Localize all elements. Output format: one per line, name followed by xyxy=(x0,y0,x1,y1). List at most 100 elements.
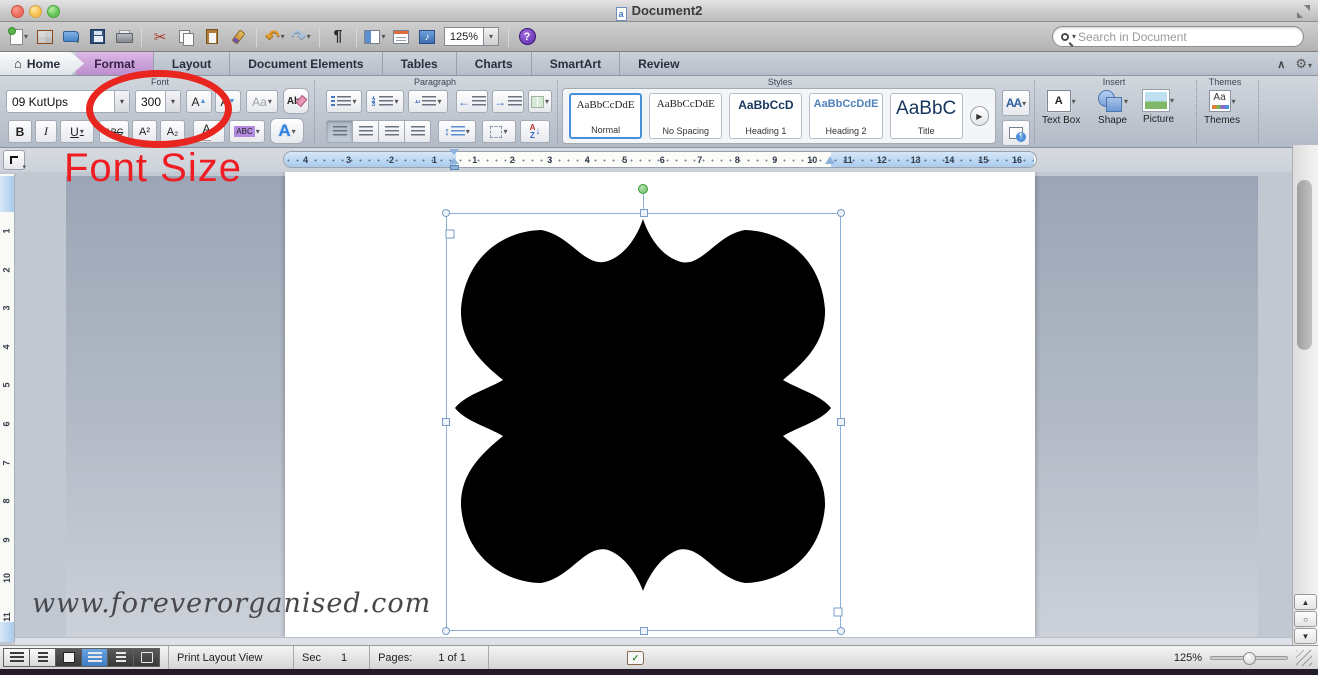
more-styles-button[interactable]: ▶ xyxy=(969,106,989,126)
right-indent-marker[interactable] xyxy=(825,156,835,164)
copy-button[interactable] xyxy=(175,26,197,48)
bold-button[interactable]: B xyxy=(8,120,32,143)
gallery-button[interactable] xyxy=(34,26,56,48)
superscript-button[interactable]: A² xyxy=(132,120,157,143)
tab-smartart[interactable]: SmartArt xyxy=(530,52,619,75)
columns-button[interactable]: ▾ xyxy=(528,90,552,113)
decrease-indent-button[interactable]: ← xyxy=(456,90,488,113)
paste-button[interactable] xyxy=(201,26,223,48)
horizontal-scrollbar[interactable] xyxy=(15,637,1292,645)
toolbox-button[interactable] xyxy=(390,26,412,48)
style-guides-button[interactable] xyxy=(1002,120,1030,146)
bullets-dropdown[interactable]: ▾ xyxy=(352,97,356,106)
print-button[interactable] xyxy=(112,26,134,48)
borders-dropdown[interactable]: ▾ xyxy=(503,127,507,136)
resize-handle-right[interactable] xyxy=(837,418,845,426)
align-center-button[interactable] xyxy=(352,120,379,143)
tab-charts[interactable]: Charts xyxy=(455,52,531,75)
format-painter-button[interactable] xyxy=(227,26,249,48)
font-color-dropdown[interactable]: ▾ xyxy=(212,127,216,136)
tab-stop-selector[interactable] xyxy=(3,150,26,171)
redo-dropdown[interactable]: ▾ xyxy=(307,32,311,41)
next-page-button[interactable]: ▼ xyxy=(1294,628,1317,644)
search-input[interactable] xyxy=(1076,28,1295,45)
clear-formatting-button[interactable]: Ab xyxy=(283,88,309,114)
print-layout-button[interactable] xyxy=(81,648,108,667)
font-name-dropdown[interactable]: ▾ xyxy=(114,91,129,112)
redo-button[interactable]: ↷ ▾ xyxy=(290,26,312,48)
new-document-button[interactable]: ▾ xyxy=(7,26,30,48)
resize-handle-top-left[interactable] xyxy=(442,209,450,217)
subscript-button[interactable]: A₂ xyxy=(160,120,185,143)
style-title[interactable]: AaBbC Title xyxy=(889,93,963,139)
resize-handle-left[interactable] xyxy=(442,418,450,426)
italic-button[interactable]: I xyxy=(35,120,57,143)
zoom-slider-thumb[interactable] xyxy=(1243,652,1256,665)
selected-shape[interactable] xyxy=(453,217,833,593)
text-effects-dropdown[interactable]: ▾ xyxy=(292,127,296,136)
style-normal[interactable]: AaBbCcDdE Normal xyxy=(569,93,643,139)
zoom-value-field[interactable]: 125% xyxy=(444,27,484,46)
rotation-handle[interactable] xyxy=(638,184,648,194)
gear-icon[interactable]: ⚙▾ xyxy=(1295,56,1312,72)
sidebar-view-button[interactable]: ▾ xyxy=(364,26,386,48)
shrink-font-button[interactable]: A ▼ xyxy=(215,90,241,113)
multilevel-list-button[interactable]: 1a1▾ xyxy=(408,90,448,113)
media-browser-button[interactable]: ♪ xyxy=(416,26,438,48)
adjustment-handle-bottom[interactable] xyxy=(833,607,843,617)
spelling-status-icon[interactable]: ✓ xyxy=(626,650,644,665)
publishing-layout-button[interactable] xyxy=(55,648,82,667)
sort-button[interactable]: A Z ↓ xyxy=(520,120,550,143)
view-mode-label[interactable]: Print Layout View xyxy=(177,652,285,664)
highlight-button[interactable]: ABC ▾ xyxy=(229,120,265,143)
adjustment-handle-top[interactable] xyxy=(445,229,455,239)
style-effects-dropdown[interactable]: ▾ xyxy=(1022,99,1026,108)
font-size-dropdown[interactable]: ▾ xyxy=(165,91,180,112)
style-heading-1[interactable]: AaBbCcD Heading 1 xyxy=(729,93,803,139)
window-resize-grip[interactable] xyxy=(1296,650,1312,666)
cut-button[interactable]: ✂ xyxy=(149,26,171,48)
vertical-scrollbar[interactable]: ▲ ○ ▼ xyxy=(1292,145,1318,645)
bullets-button[interactable]: ▾ xyxy=(326,90,362,113)
select-browse-object-button[interactable]: ○ xyxy=(1294,611,1317,627)
style-no-spacing[interactable]: AaBbCcDdE No Spacing xyxy=(649,93,723,139)
borders-button[interactable]: ▾ xyxy=(482,120,516,143)
outline-view-button[interactable] xyxy=(29,648,56,667)
vertical-ruler[interactable]: 1 2 3 4 5 6 7 8 9 10 11 xyxy=(0,174,15,642)
change-case-dropdown[interactable]: ▾ xyxy=(268,97,272,106)
picture-dropdown[interactable]: ▾ xyxy=(1170,96,1174,105)
line-spacing-button[interactable]: ↕ ▾ xyxy=(438,120,476,143)
resize-handle-top-right[interactable] xyxy=(837,209,845,217)
numbering-dropdown[interactable]: ▾ xyxy=(394,97,398,106)
sidebar-view-dropdown[interactable]: ▾ xyxy=(381,32,385,41)
change-case-button[interactable]: Aa ▾ xyxy=(246,90,278,113)
themes-dropdown[interactable]: ▾ xyxy=(1232,97,1236,106)
strikethrough-button[interactable]: ABC xyxy=(99,120,129,143)
text-effects-button[interactable]: A ▾ xyxy=(270,118,304,144)
themes-button[interactable]: Aa ▾ Themes xyxy=(1204,90,1240,126)
font-size-combo[interactable]: 300 ▾ xyxy=(135,90,181,113)
underline-dropdown[interactable]: ▾ xyxy=(80,127,84,136)
numbering-button[interactable]: 1 2 3 ▾ xyxy=(366,90,404,113)
tab-tables[interactable]: Tables xyxy=(381,52,456,75)
show-formatting-button[interactable]: ¶ xyxy=(327,26,349,48)
tab-layout[interactable]: Layout xyxy=(152,52,229,75)
resize-handle-bottom-right[interactable] xyxy=(837,627,845,635)
fullscreen-icon[interactable] xyxy=(1297,5,1310,18)
font-color-button[interactable]: A ▾ xyxy=(193,120,225,143)
tab-home[interactable]: ⌂ Home xyxy=(0,52,85,75)
tab-review[interactable]: Review xyxy=(619,52,697,75)
save-button[interactable] xyxy=(86,26,108,48)
undo-button[interactable]: ↶ ▾ xyxy=(264,26,286,48)
help-button[interactable]: ? xyxy=(516,26,538,48)
style-heading-2[interactable]: AaBbCcDdE Heading 2 xyxy=(809,93,883,139)
draft-view-button[interactable] xyxy=(3,648,30,667)
open-button[interactable] xyxy=(60,26,82,48)
notebook-layout-button[interactable] xyxy=(107,648,134,667)
font-name-combo[interactable]: 09 KutUps ▾ xyxy=(6,90,130,113)
focus-view-button[interactable] xyxy=(133,648,160,667)
columns-dropdown[interactable]: ▾ xyxy=(545,97,549,106)
tab-format[interactable]: Format xyxy=(76,52,153,75)
scrollbar-thumb[interactable] xyxy=(1297,180,1312,350)
indent-marker[interactable] xyxy=(449,149,460,170)
